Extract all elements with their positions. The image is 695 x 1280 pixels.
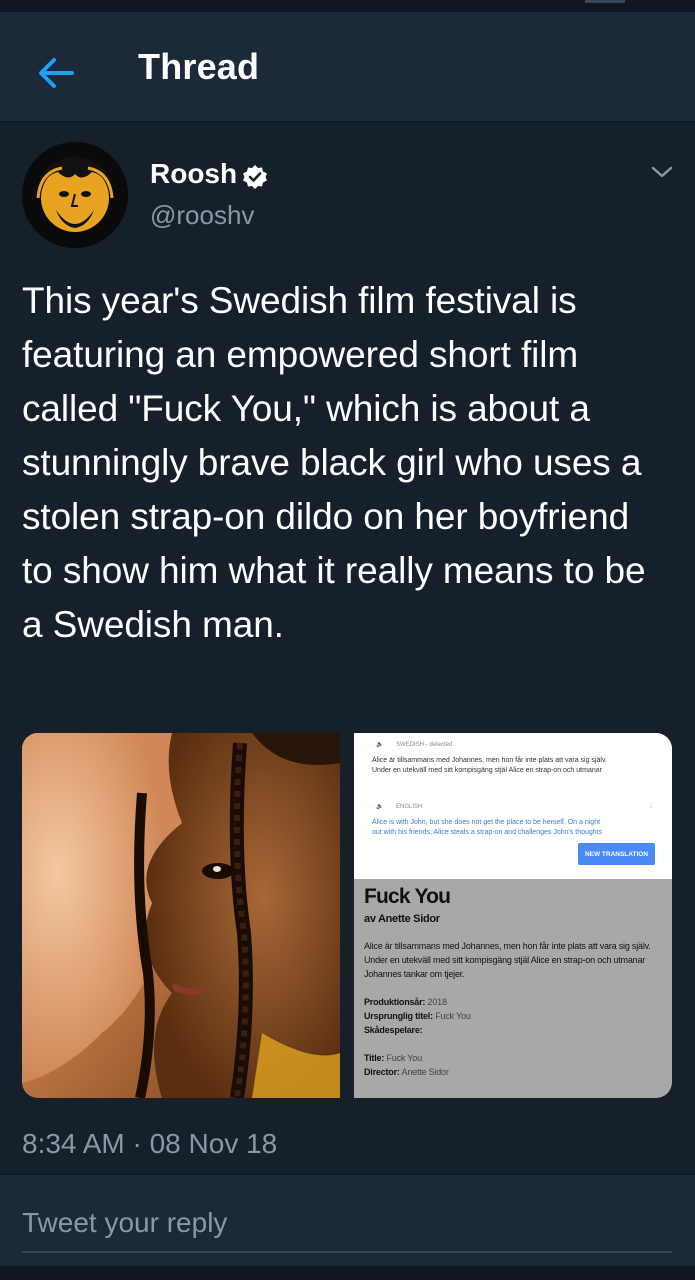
source-text-line-1: Alice är tillsammans med Johannes, men h… [372,757,607,764]
tweet-timestamp: 8:34 AM · 08 Nov 18 [22,1128,278,1159]
reply-bar: Tweet your reply [0,1174,695,1280]
status-indicator [585,0,625,3]
back-button[interactable] [30,47,82,99]
nav-strip [0,1266,695,1280]
film-author: av Anette Sidor [364,913,440,925]
tweet-text: This year's Swedish film festival is fea… [22,280,646,645]
film-description: Alice är tillsammans med Johannes, men h… [364,941,651,979]
target-text-line-1: Alice is with John, but she does not get… [372,819,601,826]
translation-panel: 🔈 SWEDISH - detected Alice är tillsamman… [354,733,672,879]
top-app-bar: Thread [0,12,695,122]
arrow-left-icon [39,58,74,88]
verified-badge-icon [242,164,268,190]
source-language: SWEDISH - detected [396,742,453,748]
page-title: Thread [138,46,260,87]
media-grid: 🔈 SWEDISH - detected Alice är tillsamman… [22,733,672,1098]
target-text-line-2: out with his friends, Alice steals a str… [372,829,603,836]
chevron-down-icon[interactable] [648,160,676,184]
more-vert-icon: ⋮ [648,803,654,809]
media-photo-left[interactable] [22,733,340,1098]
film-still-image [22,733,340,1098]
speaker-icon: 🔈 [376,804,384,810]
author-name[interactable]: Roosh [150,158,237,190]
new-translation-button: NEW TRANSLATION [578,843,655,865]
speaker-icon: 🔈 [376,742,384,748]
film-title: Fuck You [364,885,451,908]
status-bar [0,0,695,12]
reply-input[interactable]: Tweet your reply [22,1205,672,1253]
avatar[interactable] [22,142,128,248]
target-language: ENGLISH [396,804,423,810]
film-meta: Produktionsår: 2018 Ursprunglig titel: F… [364,997,471,1077]
source-text-line-2: Under en utekväll med sitt kompisgäng st… [372,767,602,774]
film-info: Fuck You av Anette Sidor Alice är tillsa… [364,885,664,1079]
media-screenshot-right[interactable]: 🔈 SWEDISH - detected Alice är tillsamman… [354,733,672,1098]
avatar-illustration [22,142,128,248]
author-handle[interactable]: @rooshv [150,200,254,231]
